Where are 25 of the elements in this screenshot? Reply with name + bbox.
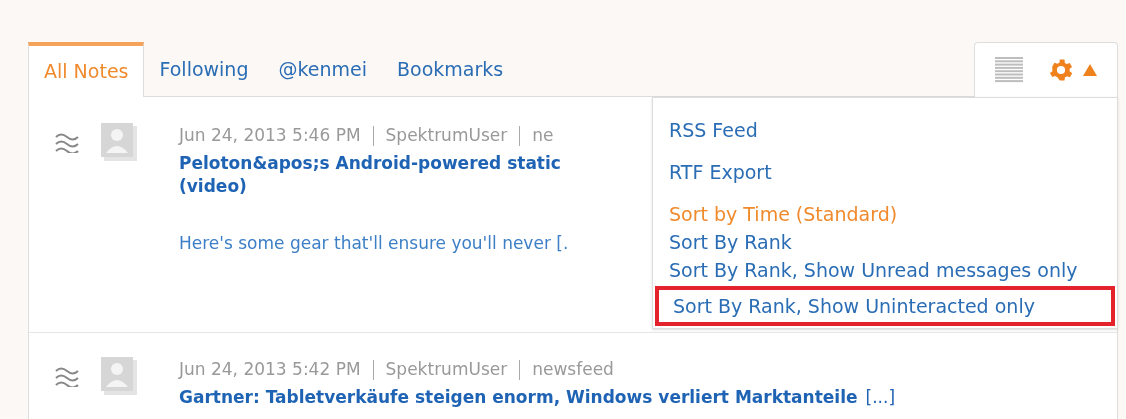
avatar-icon <box>101 123 137 161</box>
note-author[interactable]: SpektrumUser <box>385 357 508 383</box>
note-title[interactable]: Peloton&apos;s Android-powered static <box>179 152 561 173</box>
menu-item[interactable]: RTF Export <box>655 158 1115 186</box>
note-author[interactable]: SpektrumUser <box>385 123 508 149</box>
menu-item[interactable]: RSS Feed <box>655 116 1115 144</box>
note-source[interactable]: newsfeed <box>532 357 614 383</box>
note-source[interactable]: ne <box>532 123 554 149</box>
caret-up-icon <box>1083 64 1097 76</box>
stream-icon[interactable] <box>55 367 79 387</box>
menu-item[interactable]: Sort By Rank, Show Uninteracted only <box>655 286 1115 326</box>
menu-item[interactable]: Sort By Rank <box>655 228 1115 256</box>
note-title-continuation[interactable]: (video) <box>179 174 247 198</box>
note-date: Jun 24, 2013 5:46 PM <box>179 124 361 147</box>
menu-item[interactable]: Sort By Rank, Show Unread messages only <box>655 256 1115 284</box>
stream-icon[interactable] <box>55 133 79 153</box>
note-excerpt: Here's some gear that'll ensure you'll never [. <box>179 231 569 255</box>
avatar-icon <box>101 357 137 395</box>
more-link[interactable]: [...] <box>865 386 895 407</box>
tab[interactable]: @kenmei <box>263 42 382 96</box>
tab[interactable]: Following <box>144 42 264 96</box>
tab[interactable]: Bookmarks <box>382 42 519 96</box>
list-view-icon[interactable] <box>995 57 1023 83</box>
note-title[interactable]: Gartner: Tabletverkäufe steigen enorm, Windows verliert Marktanteile <box>179 386 858 407</box>
note-date: Jun 24, 2013 5:42 PM <box>179 358 361 381</box>
